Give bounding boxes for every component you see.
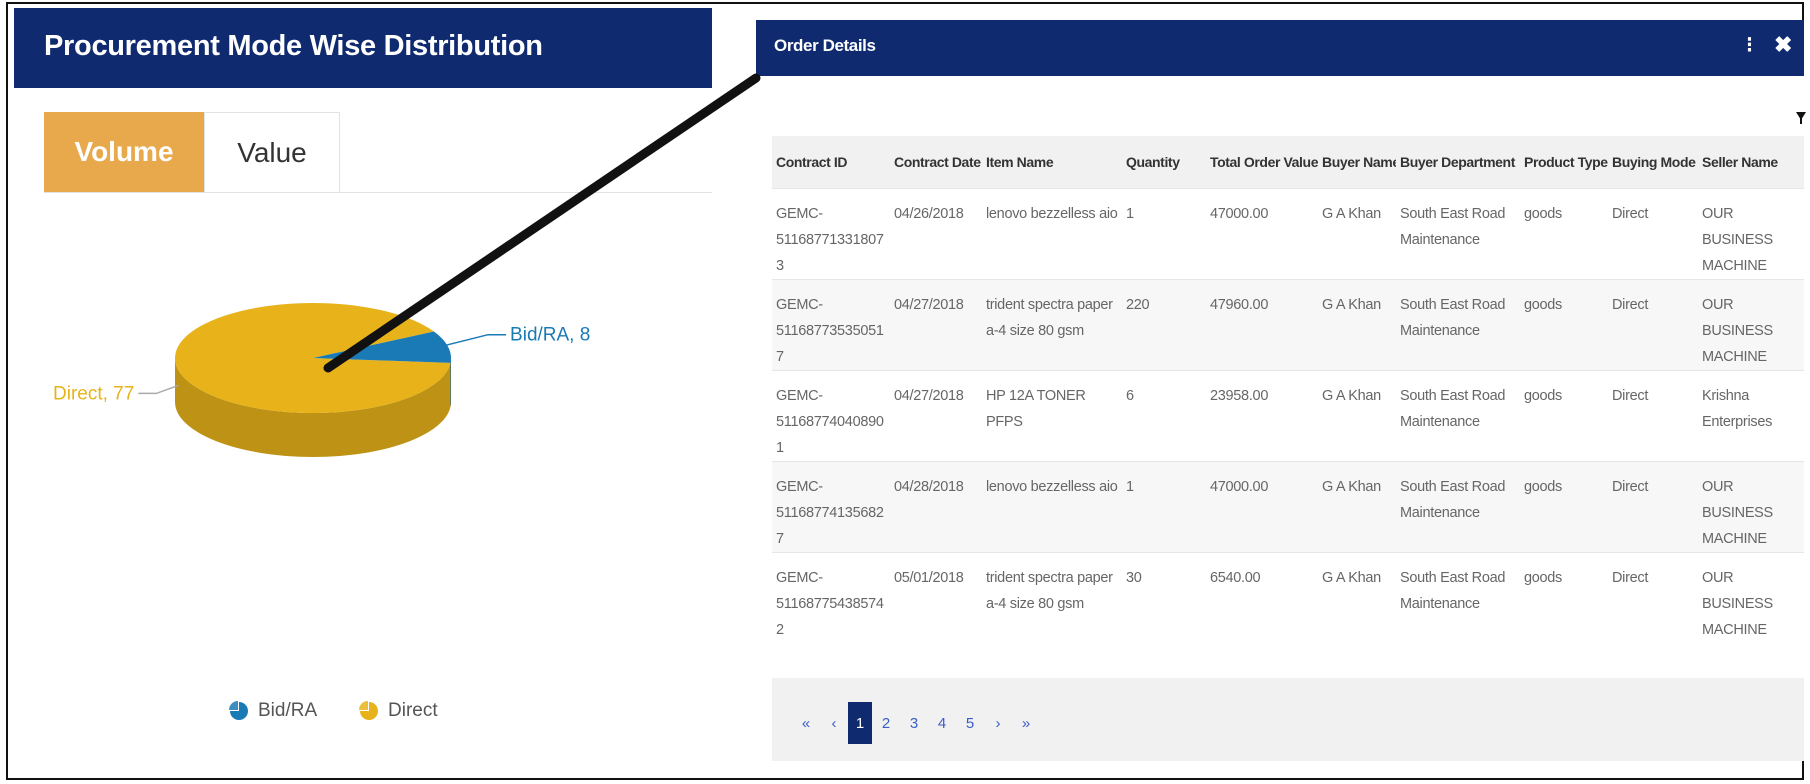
callout-connector-line [323,73,761,373]
callout-line [323,73,761,373]
